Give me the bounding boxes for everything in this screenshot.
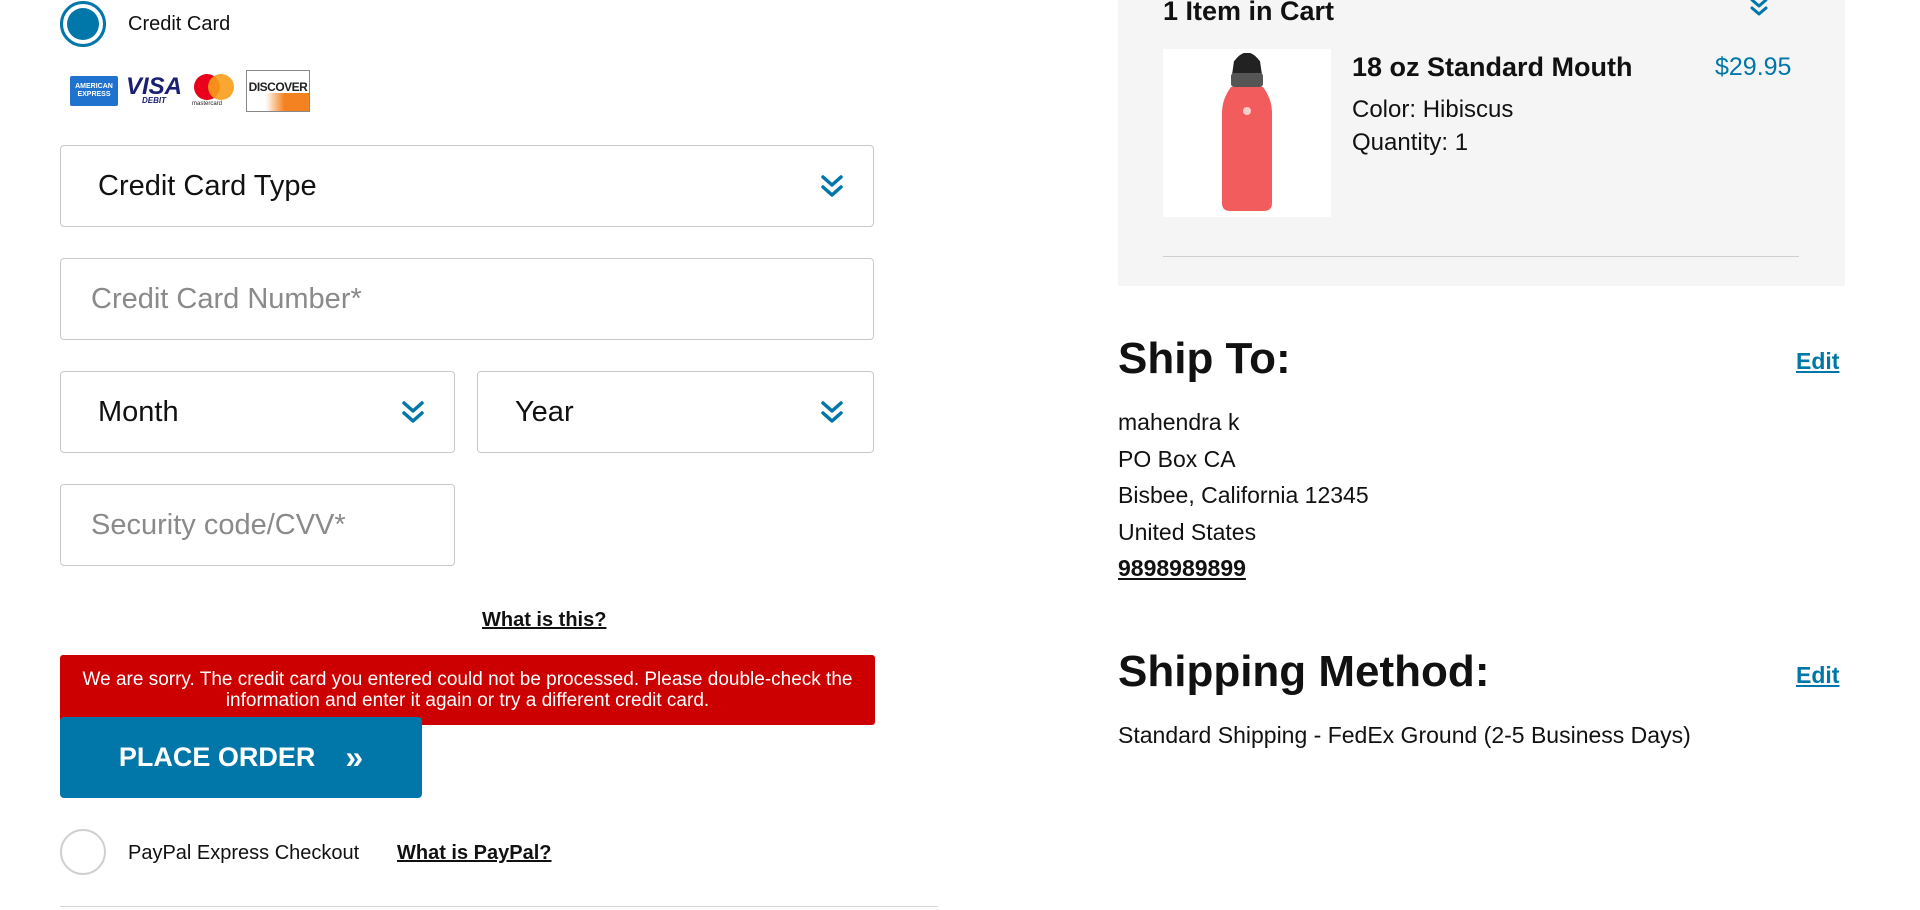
cart-title: 1 Item in Cart <box>1163 0 1335 26</box>
product-color: Color: Hibiscus <box>1352 96 1514 123</box>
product-quantity: Quantity: 1 <box>1352 129 1469 156</box>
cvv-input[interactable]: Security code/CVV* <box>60 484 455 566</box>
ship-to-line2: Bisbee, California 12345 <box>1118 482 1369 508</box>
visa-logo: VISA DEBIT <box>126 73 183 105</box>
ship-to-address: mahendra k PO Box CA Bisbee, California … <box>1118 404 1369 587</box>
credit-card-number-input[interactable]: Credit Card Number* <box>60 258 874 340</box>
product-name[interactable]: 18 oz Standard Mouth <box>1352 52 1633 83</box>
double-chevron-right-icon: » <box>345 739 364 775</box>
chevron-double-down-icon <box>821 401 843 423</box>
credit-card-radio-label: Credit Card <box>128 13 231 35</box>
what-is-paypal-link[interactable]: What is PayPal? <box>397 842 552 865</box>
payment-divider <box>60 906 938 907</box>
ship-to-title: Ship To: <box>1118 334 1291 383</box>
place-order-label: PLACE ORDER <box>118 742 316 772</box>
chevron-double-down-icon[interactable] <box>1748 0 1770 18</box>
card-logos: AMERICAN EXPRESS VISA DEBIT mastercard DIS… <box>70 70 310 112</box>
cart-divider <box>1163 256 1799 257</box>
expiry-year-value: Year <box>515 395 574 428</box>
place-order-button[interactable]: PLACE ORDER » <box>60 717 422 798</box>
ship-to-phone-link[interactable]: 9898989899 <box>1118 550 1369 587</box>
water-bottle-image <box>1222 53 1272 211</box>
shipping-method-title: Shipping Method: <box>1118 647 1490 696</box>
expiry-month-value: Month <box>98 395 179 428</box>
credit-card-number-placeholder: Credit Card Number* <box>91 282 362 315</box>
product-thumbnail[interactable] <box>1163 49 1331 217</box>
shipping-method-edit-link[interactable]: Edit <box>1796 662 1839 689</box>
mastercard-logo: mastercard <box>190 74 236 108</box>
shipping-method-value: Standard Shipping - FedEx Ground (2-5 Bu… <box>1118 722 1691 748</box>
ship-to-edit-link[interactable]: Edit <box>1796 348 1839 375</box>
ship-to-country: United States <box>1118 518 1257 545</box>
product-price: $29.95 <box>1715 53 1792 81</box>
expiry-month-select[interactable]: Month <box>60 371 455 453</box>
cvv-placeholder: Security code/CVV* <box>91 508 346 541</box>
ship-to-line1: PO Box CA <box>1118 445 1236 472</box>
ship-to-name: mahendra k <box>1118 409 1240 435</box>
discover-logo: DISCOVER <box>246 70 310 112</box>
what-is-this-link[interactable]: What is this? <box>482 609 606 632</box>
paypal-radio-label: PayPal Express Checkout <box>128 842 360 864</box>
radio-selected-dot <box>67 8 99 40</box>
expiry-year-select[interactable]: Year <box>477 371 874 453</box>
amex-logo: AMERICAN EXPRESS <box>70 76 118 106</box>
payment-error-message: We are sorry. The credit card you entere… <box>60 655 875 725</box>
credit-card-type-select[interactable]: Credit Card Type <box>60 145 874 227</box>
credit-card-radio[interactable] <box>60 1 106 47</box>
paypal-radio[interactable] <box>60 829 106 875</box>
chevron-double-down-icon <box>821 175 843 197</box>
credit-card-type-value: Credit Card Type <box>98 169 317 202</box>
chevron-double-down-icon <box>402 401 424 423</box>
